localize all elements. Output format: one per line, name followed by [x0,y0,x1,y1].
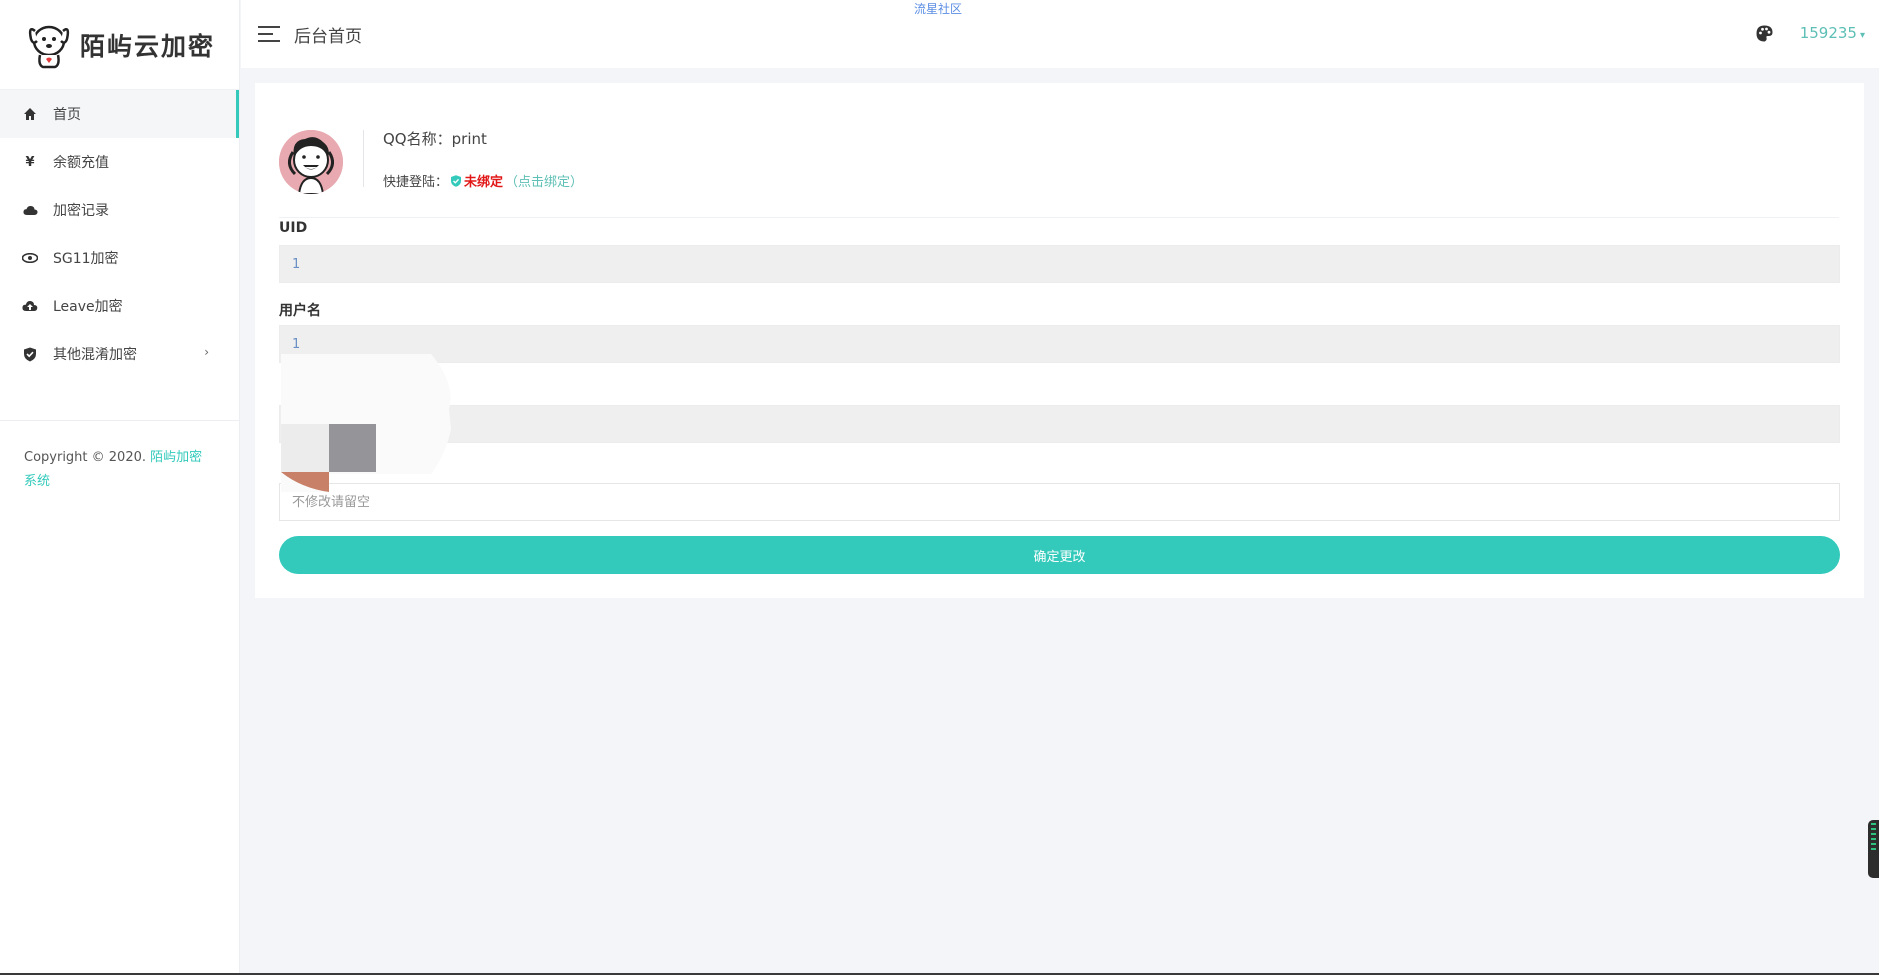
profile-summary: QQ名称：print 快捷登陆： 未绑定 （点击绑定） [279,105,1839,218]
sidebar-item-sg11[interactable]: SG11加密 [0,234,239,282]
cloud-icon [22,202,38,218]
top-header: 后台首页 流星社区 159235 ▾ [241,0,1879,68]
password-input[interactable] [279,483,1840,521]
sidebar-item-label: 其他混淆加密 [53,347,137,363]
user-dropdown[interactable]: 159235 ▾ [1800,24,1865,42]
sidebar: 陌屿云加密 首页 ¥ 余额充值 加密记录 SG11加密 Leave加密 其他混淆… [0,0,240,975]
yen-icon: ¥ [25,154,35,170]
menu-toggle-icon[interactable] [258,26,280,42]
sidebar-item-label: 余额充值 [53,155,109,171]
brand-name: 陌屿云加密 [80,31,216,61]
avatar-divider [363,130,364,187]
sidebar-item-label: Leave加密 [53,299,123,315]
qq-name-label: QQ名称： [383,130,452,148]
sidebar-item-label: 加密记录 [53,203,109,219]
chevron-right-icon: › [204,345,209,359]
brand-logo[interactable]: 陌屿云加密 [0,0,239,90]
avatar-illustration-icon [279,130,343,194]
side-scroller-widget[interactable] [1868,820,1879,878]
sidebar-item-label: SG11加密 [53,251,119,267]
palette-icon[interactable] [1756,25,1773,42]
confirm-change-button[interactable]: 确定更改 [279,536,1840,574]
username-label: 159235 [1799,24,1857,42]
uid-label: UID [279,220,308,236]
copyright: Copyright © 2020. 陌屿加密系统 [0,421,239,494]
sidebar-item-records[interactable]: 加密记录 [0,186,239,234]
home-icon [22,106,38,122]
sidebar-item-label: 首页 [53,107,81,123]
redaction-overlay [281,354,451,492]
redacted-field[interactable] [279,405,1840,443]
copyright-text: Copyright © 2020. [24,450,151,465]
quick-login: 快捷登陆： 未绑定 （点击绑定） [383,171,583,190]
bind-link[interactable]: （点击绑定） [505,171,583,190]
sidebar-item-recharge[interactable]: ¥ 余额充值 [0,138,239,186]
username-field-label: 用户名 [279,303,321,319]
page-title: 后台首页 [294,26,362,47]
qq-name-value: print [451,130,487,148]
caret-down-icon: ▾ [1859,30,1865,41]
cloud-upload-icon [22,298,38,314]
username-field[interactable] [279,325,1840,363]
dog-logo-icon [28,25,70,68]
profile-card: QQ名称：print 快捷登陆： 未绑定 （点击绑定） UID 用户名 确定更改 [255,83,1864,598]
eye-icon [22,250,38,266]
quick-login-label: 快捷登陆： [383,175,449,190]
sidebar-item-home[interactable]: 首页 [0,90,239,138]
quick-login-status: 未绑定 [464,175,504,190]
avatar[interactable] [279,130,343,194]
uid-field[interactable] [279,245,1840,283]
sidebar-item-leave[interactable]: Leave加密 [0,282,239,330]
shield-check-icon [22,346,38,362]
qq-name: QQ名称：print [383,128,487,149]
community-link[interactable]: 流星社区 [914,0,962,17]
sidebar-item-obfuscation[interactable]: 其他混淆加密 › [0,330,239,378]
shield-icon [451,174,462,187]
sidebar-nav: 首页 ¥ 余额充值 加密记录 SG11加密 Leave加密 其他混淆加密 › [0,90,239,378]
